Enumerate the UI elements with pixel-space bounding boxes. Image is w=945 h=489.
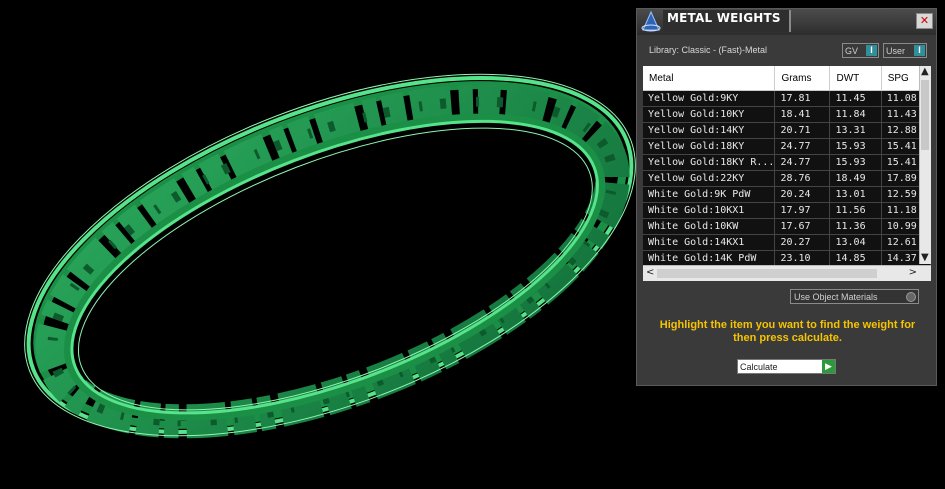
table-cell: 17.67 [774,218,831,235]
calculate-button[interactable]: Calculate ▶ [737,359,836,374]
close-icon: ✕ [919,14,930,27]
toggle-knob-icon: I [914,45,925,56]
radio-button-icon[interactable] [906,292,916,302]
table-cell: 18.41 [774,106,831,123]
table-cell: 28.76 [774,170,831,187]
panel-title-tab: METAL WEIGHTS [663,10,791,32]
gv-toggle-label: GV [845,46,859,56]
column-header-grams[interactable]: Grams [774,66,831,91]
table-row[interactable]: Yellow Gold:18KY R... 24.77 15.93 15.41 [643,154,931,171]
scroll-up-icon[interactable]: ▲ [921,66,929,78]
table-cell: 11.56 [829,202,882,219]
table-cell: Yellow Gold:9KY [643,90,776,107]
table-cell: 15.93 [829,154,882,171]
table-cell: Yellow Gold:18KY R... [643,154,776,171]
table-row[interactable]: White Gold:9K PdW 20.24 13.01 12.59 [643,186,931,203]
table-cell: 20.71 [774,122,831,139]
table-cell: 15.93 [829,138,882,155]
user-toggle-label: User [886,46,906,56]
table-cell: Yellow Gold:14KY [643,122,776,139]
table-row[interactable]: Yellow Gold:14KY 20.71 13.31 12.88 [643,122,931,139]
table-cell: 11.45 [829,90,882,107]
table-cell: 18.49 [829,170,882,187]
table-cell: 13.01 [829,186,882,203]
gv-toggle[interactable]: GV I [842,43,879,58]
column-header-metal[interactable]: Metal [643,66,776,91]
table-row[interactable]: Yellow Gold:18KY 24.77 15.93 15.41 [643,138,931,155]
library-label: Library: Classic - (Fast)-Metal [649,45,768,55]
table-cell: White Gold:9K PdW [643,186,776,203]
table-header-row: Metal Grams DWT SPG [643,66,931,91]
user-toggle[interactable]: User I [883,43,927,58]
table-cell: White Gold:14KX1 [643,234,776,251]
3d-viewport[interactable] [0,0,636,489]
scroll-down-icon[interactable]: ▼ [921,252,929,264]
close-button[interactable]: ✕ [916,13,933,29]
table-row[interactable]: Yellow Gold:9KY 17.81 11.45 11.08 [643,90,931,107]
table-cell: Yellow Gold:18KY [643,138,776,155]
table-cell: 24.77 [774,138,831,155]
column-header-dwt[interactable]: DWT [829,66,882,91]
rhino-logo-icon [641,10,661,32]
toggle-knob-icon: I [866,45,877,56]
table-cell: 11.36 [829,218,882,235]
vertical-scroll-thumb[interactable] [921,80,929,150]
horizontal-scrollbar[interactable]: < > [643,265,931,281]
table-cell: 24.77 [774,154,831,171]
table-row[interactable]: White Gold:10KX1 17.97 11.56 11.18 [643,202,931,219]
table-cell: 13.04 [829,234,882,251]
metal-weights-table: Metal Grams DWT SPG Yellow Gold:9KY 17.81… [643,66,931,281]
scroll-left-icon[interactable]: < [646,267,654,279]
table-row[interactable]: White Gold:14KX1 20.27 13.04 12.61 [643,234,931,251]
vertical-scrollbar[interactable]: ▲ ▼ [919,66,931,264]
table-cell: White Gold:10KX1 [643,202,776,219]
panel-titlebar[interactable]: METAL WEIGHTS ✕ [637,9,936,35]
table-cell: 20.24 [774,186,831,203]
metal-weights-panel: METAL WEIGHTS ✕ Library: Classic - (Fast… [636,8,937,386]
table-cell: 11.84 [829,106,882,123]
table-cell: Yellow Gold:22KY [643,170,776,187]
use-object-materials-option[interactable]: Use Object Materials [790,289,919,304]
horizontal-scroll-thumb[interactable] [657,269,877,278]
panel-title: METAL WEIGHTS [667,11,781,25]
table-cell: 13.31 [829,122,882,139]
instruction-text: Highlight the item you want to find the … [659,319,916,344]
table-cell: 17.81 [774,90,831,107]
play-arrow-icon: ▶ [822,360,835,373]
scroll-right-icon[interactable]: > [909,267,917,279]
table-cell: 20.27 [774,234,831,251]
use-object-materials-label: Use Object Materials [794,292,878,302]
bangle-3d-model [24,73,636,439]
table-row[interactable]: Yellow Gold:10KY 18.41 11.84 11.43 [643,106,931,123]
table-row[interactable]: White Gold:10KW 17.67 11.36 10.99 [643,218,931,235]
table-cell: White Gold:10KW [643,218,776,235]
table-cell: 17.97 [774,202,831,219]
table-row[interactable]: Yellow Gold:22KY 28.76 18.49 17.89 [643,170,931,187]
table-cell: Yellow Gold:10KY [643,106,776,123]
calculate-label: Calculate [740,362,778,372]
